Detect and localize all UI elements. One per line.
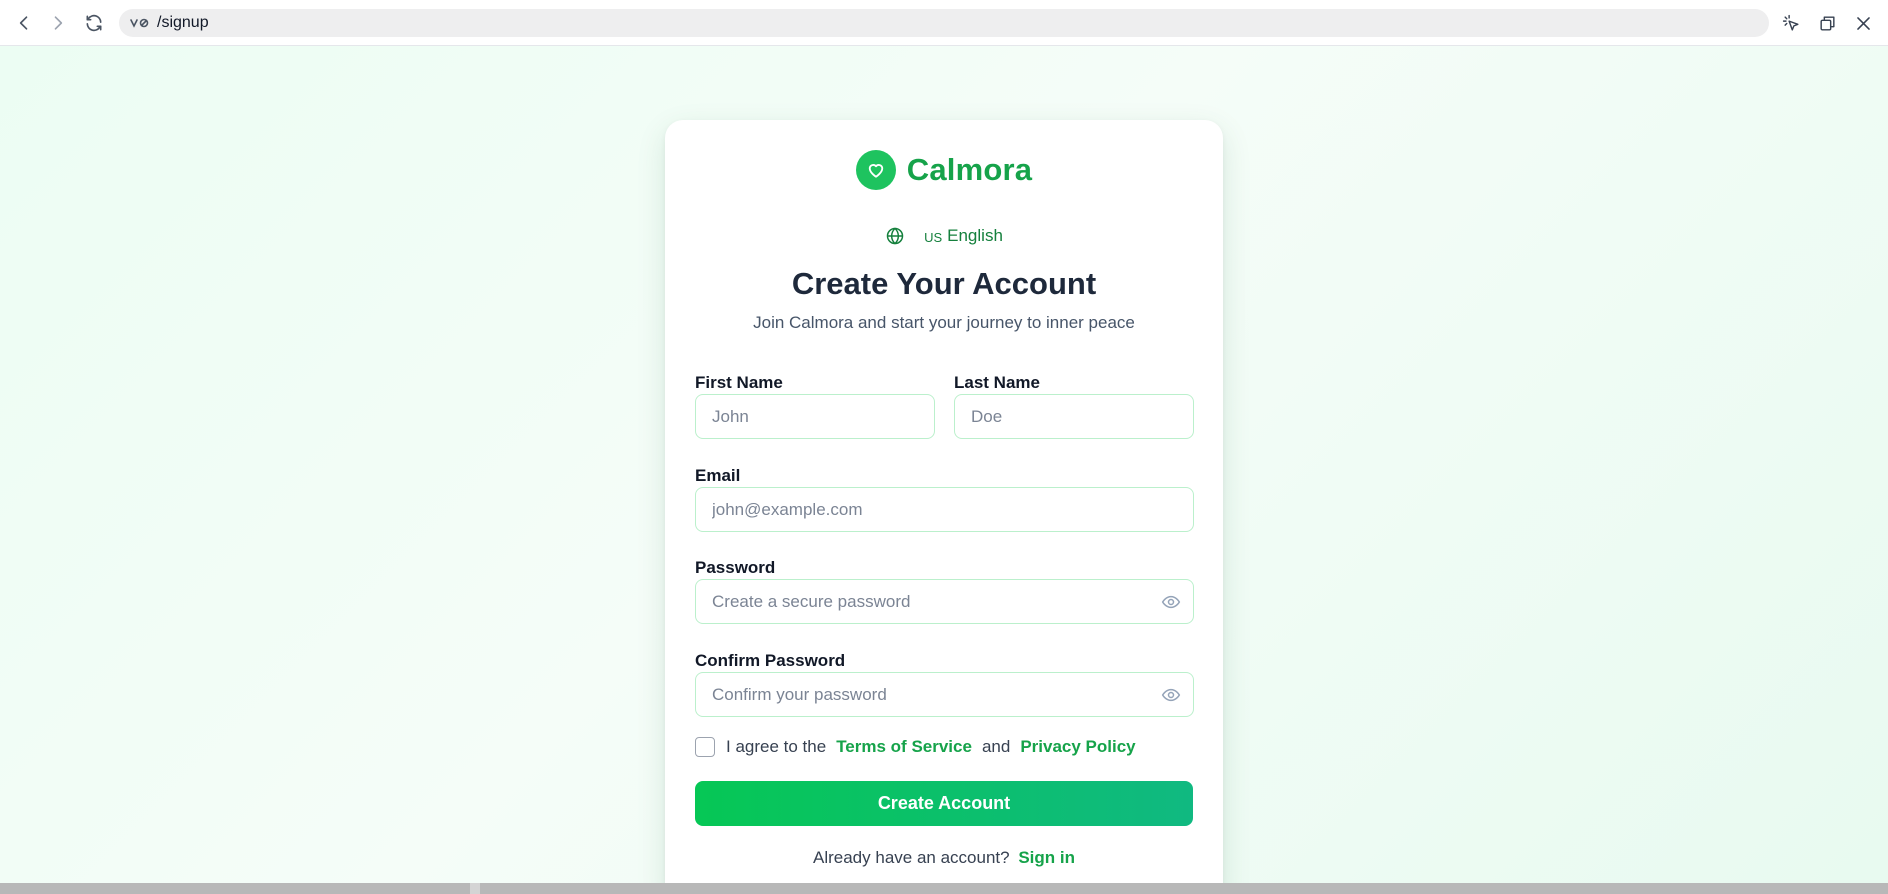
globe-icon [885, 226, 905, 246]
first-name-field[interactable] [695, 394, 935, 439]
confirm-password-label: Confirm Password [695, 651, 846, 670]
reload-icon[interactable] [79, 8, 109, 38]
agree-conjunction: and [981, 737, 1011, 756]
create-account-button[interactable]: Create Account [695, 781, 1193, 826]
language-code: US [924, 229, 943, 245]
language-label[interactable]: English [947, 226, 1003, 246]
window-restore-icon[interactable] [1812, 8, 1842, 38]
back-icon[interactable] [9, 8, 39, 38]
eye-icon[interactable] [1161, 592, 1181, 612]
cursor-select-icon[interactable] [1776, 8, 1806, 38]
address-bar[interactable]: /signup [119, 9, 1769, 37]
password-field[interactable] [695, 579, 1194, 624]
browser-toolbar: /signup [0, 0, 1888, 46]
page-subtitle: Join Calmora and start your journey to i… [753, 313, 1135, 332]
heart-icon [855, 150, 896, 190]
password-input[interactable] [712, 591, 1193, 612]
confirm-password-field[interactable] [695, 672, 1194, 717]
email-field[interactable] [695, 487, 1194, 532]
email-label: Email [695, 466, 741, 485]
confirm-password-input[interactable] [712, 684, 1193, 705]
language-selector[interactable]: US English [665, 226, 1223, 246]
eye-icon[interactable] [1161, 685, 1181, 705]
signup-card: Calmora US English Create Your Account J… [665, 120, 1223, 894]
url-text[interactable]: /signup [157, 14, 209, 32]
last-name-field[interactable] [954, 394, 1194, 439]
close-icon[interactable] [1848, 8, 1878, 38]
signin-prompt: Already have an account? [813, 848, 1010, 867]
terms-checkbox[interactable] [695, 737, 715, 757]
taskbar-strip [0, 883, 1888, 894]
site-info-icon[interactable] [129, 16, 151, 30]
privacy-policy-link[interactable]: Privacy Policy [1020, 737, 1135, 757]
terms-agreement: I agree to the Terms of Service and Priv… [695, 737, 1195, 757]
last-name-label: Last Name [954, 373, 1040, 392]
brand-name: Calmora [906, 152, 1033, 187]
forward-icon[interactable] [43, 8, 73, 38]
sign-in-link[interactable]: Sign in [1018, 848, 1075, 867]
last-name-input[interactable] [971, 406, 1193, 427]
signin-prompt-row: Already have an account? Sign in [665, 848, 1223, 868]
first-name-input[interactable] [712, 406, 934, 427]
brand-header: Calmora [665, 150, 1223, 190]
email-input[interactable] [712, 499, 1193, 520]
page-title: Create Your Account [791, 266, 1097, 301]
password-label: Password [695, 558, 776, 577]
first-name-label: First Name [695, 373, 783, 392]
terms-of-service-link[interactable]: Terms of Service [836, 737, 972, 757]
page-background: Calmora US English Create Your Account J… [0, 46, 1888, 894]
agree-prefix: I agree to the [726, 737, 827, 756]
